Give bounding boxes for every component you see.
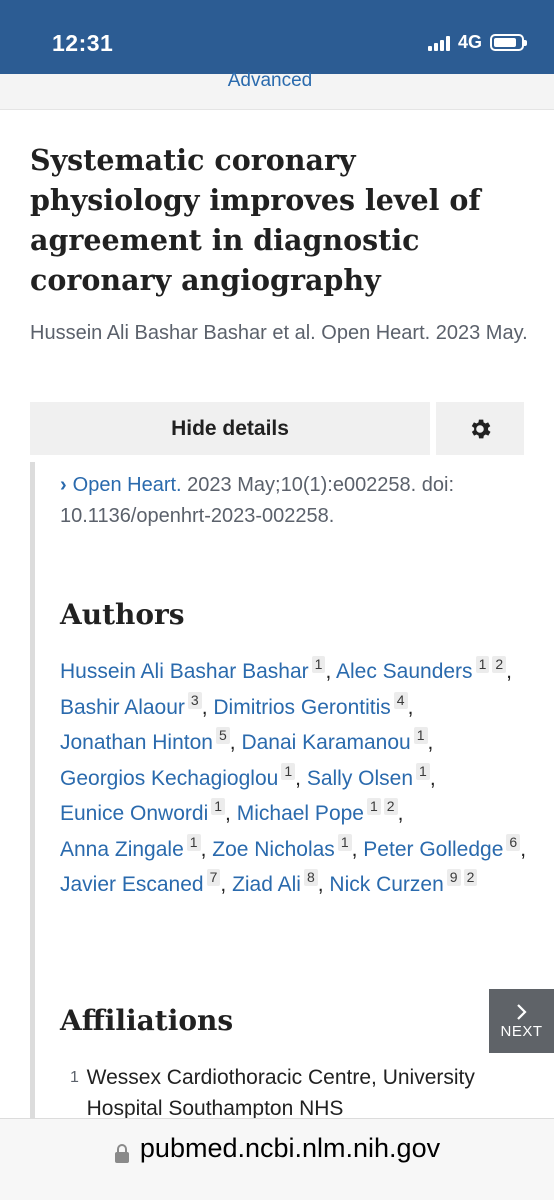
author-link[interactable]: Eunice Onwordi xyxy=(60,802,208,825)
authors-list: Hussein Ali Bashar Bashar 1, Alec Saunder… xyxy=(60,654,530,903)
search-bar-area: Advanced xyxy=(0,70,554,110)
author-entry: Eunice Onwordi 1, xyxy=(60,798,231,825)
url-text: pubmed.ncbi.nlm.nih.gov xyxy=(139,1133,441,1163)
affiliation-text: Wessex Cardiothoracic Centre, University… xyxy=(86,1066,475,1120)
affiliation-ref[interactable]: 7 xyxy=(206,869,221,886)
journal-link[interactable]: Open Heart. xyxy=(73,474,182,496)
author-entry: Peter Golledge 6, xyxy=(363,833,527,861)
affiliation-ref[interactable]: 1 xyxy=(337,833,352,851)
author-entry: Hussein Ali Bashar Bashar 1, xyxy=(60,656,332,683)
cellular-signal-icon xyxy=(427,35,450,51)
author-link[interactable]: Dimitrios Gerontitis xyxy=(213,696,390,719)
author-entry: Anna Zingale 1, xyxy=(60,833,207,861)
affiliation-ref[interactable]: 2 xyxy=(383,798,398,815)
author-link[interactable]: Alec Saunders xyxy=(336,660,473,683)
chevron-right-icon: › xyxy=(60,474,67,496)
author-link[interactable]: Zoe Nicholas xyxy=(212,838,335,861)
author-link[interactable]: Danai Karamanou xyxy=(241,731,410,754)
author-entry: Jonathan Hinton 5, xyxy=(60,727,236,754)
author-link[interactable]: Georgios Kechagioglou xyxy=(60,767,278,790)
settings-button[interactable] xyxy=(436,402,524,455)
author-link[interactable]: Michael Pope xyxy=(237,802,364,825)
next-label: NEXT xyxy=(500,1022,543,1040)
author-entry: Nick Curzen 9 2 xyxy=(329,869,478,896)
author-entry: Sally Olsen 1, xyxy=(306,762,436,790)
affiliation-ref[interactable]: 1 xyxy=(186,833,201,851)
lock-icon xyxy=(114,1144,129,1163)
status-bar: 12:31 4G xyxy=(0,0,554,74)
affiliation-ref[interactable]: 5 xyxy=(215,727,230,744)
author-entry: Michael Pope 1 2, xyxy=(236,798,404,825)
short-citation: Hussein Ali Bashar Bashar et al. Open He… xyxy=(30,322,528,344)
author-link[interactable]: Hussein Ali Bashar Bashar xyxy=(60,660,309,683)
affiliation-ref[interactable]: 9 xyxy=(446,869,461,886)
affiliation-ref[interactable]: 2 xyxy=(463,869,478,886)
battery-level xyxy=(494,38,517,47)
author-entry: Bashir Alaour 3, xyxy=(60,691,208,719)
affiliation-ref[interactable]: 1 xyxy=(366,798,381,815)
affiliation-ref[interactable]: 6 xyxy=(506,833,521,851)
author-entry: Alec Saunders 1 2, xyxy=(335,656,512,683)
next-button[interactable]: NEXT xyxy=(489,989,554,1053)
affiliation-ref[interactable]: 1 xyxy=(311,656,326,673)
author-link[interactable]: Jonathan Hinton xyxy=(60,731,213,754)
author-entry: Ziad Ali 8, xyxy=(232,869,324,896)
affiliation-ref[interactable]: 1 xyxy=(281,762,296,780)
network-type: 4G xyxy=(457,32,482,52)
affiliation-ref[interactable]: 8 xyxy=(303,869,318,886)
author-link[interactable]: Sally Olsen xyxy=(307,767,413,790)
journal-citation: › Open Heart. 2023 May;10(1):e002258. doi… xyxy=(60,470,530,532)
advanced-search-link[interactable]: Advanced xyxy=(0,70,540,92)
affiliation-ref[interactable]: 2 xyxy=(492,656,507,673)
author-entry: Danai Karamanou 1, xyxy=(241,727,434,754)
author-link[interactable]: Javier Escaned xyxy=(60,873,204,896)
battery-icon xyxy=(490,34,527,51)
author-entry: Georgios Kechagioglou 1, xyxy=(60,762,301,790)
affiliation-ref[interactable]: 3 xyxy=(187,691,202,709)
status-indicators: 4G xyxy=(427,32,527,53)
affiliation-ref[interactable]: 4 xyxy=(393,691,408,709)
affiliation-item: 1 Wessex Cardiothoracic Centre, Universi… xyxy=(60,1062,520,1124)
authors-heading: Authors xyxy=(60,598,185,631)
affiliation-ref[interactable]: 1 xyxy=(413,727,428,744)
affiliation-number: 1 xyxy=(70,1069,79,1086)
author-link[interactable]: Nick Curzen xyxy=(329,873,443,896)
author-entry: Zoe Nicholas 1, xyxy=(212,833,358,861)
author-link[interactable]: Anna Zingale xyxy=(60,838,184,861)
author-entry: Javier Escaned 7, xyxy=(60,869,227,896)
status-time: 12:31 xyxy=(52,30,114,56)
affiliation-ref[interactable]: 1 xyxy=(211,798,226,815)
gear-icon xyxy=(471,419,491,438)
author-link[interactable]: Bashir Alaour xyxy=(60,696,185,719)
affiliations-heading: Affiliations xyxy=(60,1004,234,1037)
affiliation-ref[interactable]: 1 xyxy=(475,656,490,673)
author-entry: Dimitrios Gerontitis 4, xyxy=(213,691,414,719)
hide-details-button[interactable]: Hide details xyxy=(30,402,430,455)
author-link[interactable]: Ziad Ali xyxy=(232,873,301,896)
browser-url-bar[interactable]: pubmed.ncbi.nlm.nih.gov xyxy=(0,1118,554,1200)
affiliation-ref[interactable]: 1 xyxy=(416,762,430,780)
chevron-right-icon xyxy=(516,1003,527,1020)
author-link[interactable]: Peter Golledge xyxy=(363,838,503,861)
article-title: Systematic coronary physiology improves … xyxy=(30,143,481,297)
